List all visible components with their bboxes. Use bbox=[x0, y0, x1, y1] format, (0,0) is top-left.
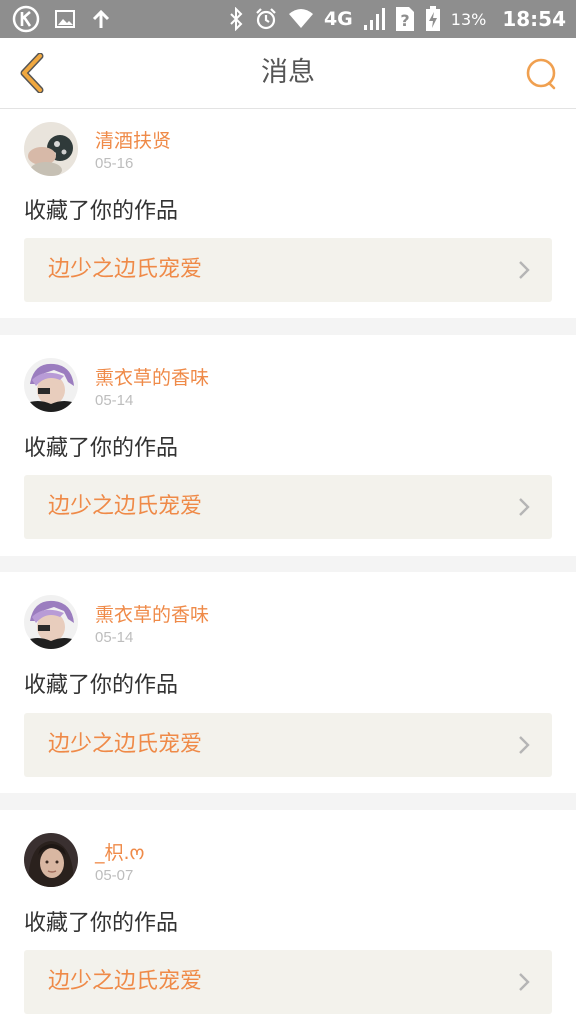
chevron-right-icon bbox=[518, 260, 530, 284]
alarm-icon bbox=[254, 7, 278, 31]
work-link[interactable]: 边少之边氏宠爱 bbox=[24, 713, 552, 777]
app-header: 消息 bbox=[0, 38, 576, 109]
work-link[interactable]: 边少之边氏宠爱 bbox=[24, 950, 552, 1014]
signal-icon bbox=[363, 7, 385, 31]
image-icon bbox=[54, 8, 76, 30]
work-title: 边少之边氏宠爱 bbox=[48, 969, 203, 994]
work-title: 边少之边氏宠爱 bbox=[48, 257, 203, 282]
search-button[interactable] bbox=[522, 54, 562, 94]
work-link[interactable]: 边少之边氏宠爱 bbox=[24, 238, 552, 302]
svg-text:?: ? bbox=[400, 11, 409, 30]
avatar[interactable] bbox=[24, 595, 78, 649]
battery-percent: 13% bbox=[450, 9, 487, 29]
username[interactable]: 熏衣草的香味 bbox=[95, 600, 209, 627]
clock: 18:54 bbox=[502, 7, 566, 31]
avatar[interactable] bbox=[24, 122, 78, 176]
chevron-right-icon bbox=[518, 735, 530, 759]
message-date: 05-16 bbox=[95, 155, 134, 172]
list-item: 熏衣草的香味 05-14 收藏了你的作品 边少之边氏宠爱 bbox=[0, 335, 576, 556]
sim-unknown-icon: ? bbox=[395, 6, 415, 32]
action-text: 收藏了你的作品 bbox=[24, 673, 179, 698]
search-icon bbox=[525, 57, 559, 91]
chevron-right-icon bbox=[518, 972, 530, 996]
network-type: 4G bbox=[323, 8, 353, 30]
upload-arrow-icon bbox=[90, 8, 112, 30]
action-text: 收藏了你的作品 bbox=[24, 436, 179, 461]
page-title: 消息 bbox=[261, 57, 315, 88]
username[interactable]: _枳.ო bbox=[95, 838, 144, 865]
action-text: 收藏了你的作品 bbox=[24, 911, 179, 936]
username[interactable]: 熏衣草的香味 bbox=[95, 363, 209, 390]
bluetooth-icon bbox=[228, 7, 244, 31]
battery-charging-icon bbox=[425, 6, 441, 32]
back-button[interactable] bbox=[12, 52, 52, 94]
work-title: 边少之边氏宠爱 bbox=[48, 494, 203, 519]
action-text: 收藏了你的作品 bbox=[24, 199, 179, 224]
wifi-icon bbox=[288, 8, 314, 30]
work-title: 边少之边氏宠爱 bbox=[48, 732, 203, 757]
chevron-right-icon bbox=[518, 497, 530, 521]
work-link[interactable]: 边少之边氏宠爱 bbox=[24, 475, 552, 539]
message-date: 05-14 bbox=[95, 392, 134, 409]
avatar[interactable] bbox=[24, 833, 78, 887]
list-item: 熏衣草的香味 05-14 收藏了你的作品 边少之边氏宠爱 bbox=[0, 572, 576, 793]
message-date: 05-14 bbox=[95, 629, 134, 646]
avatar[interactable] bbox=[24, 358, 78, 412]
list-item: _枳.ო 05-07 收藏了你的作品 边少之边氏宠爱 bbox=[0, 810, 576, 1024]
back-chevron-icon bbox=[18, 53, 46, 93]
status-bar: 4G ? 13% 18:54 bbox=[0, 0, 576, 38]
list-item: 清酒扶贤 05-16 收藏了你的作品 边少之边氏宠爱 bbox=[0, 109, 576, 318]
username[interactable]: 清酒扶贤 bbox=[95, 126, 171, 153]
k-app-icon bbox=[12, 5, 40, 33]
message-date: 05-07 bbox=[95, 867, 134, 884]
